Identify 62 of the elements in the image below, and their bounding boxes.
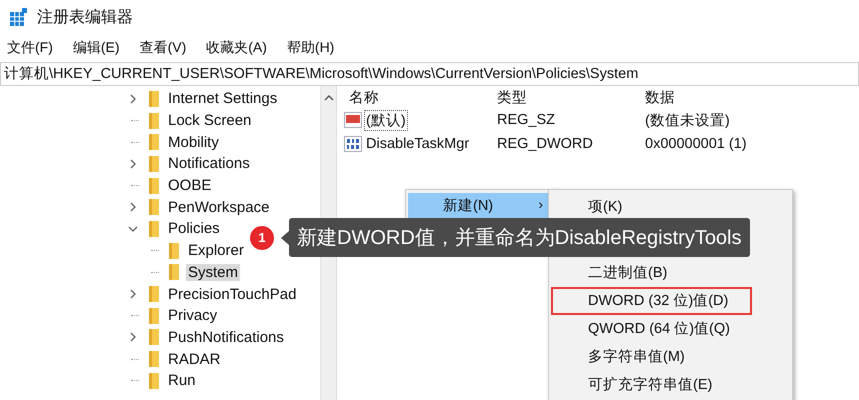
menu-item[interactable]: QWORD (64 位)值(Q) bbox=[551, 315, 752, 343]
tree-item[interactable]: PenWorkspace bbox=[166, 198, 272, 216]
menu-item[interactable]: 多字符串值(M) bbox=[551, 343, 752, 371]
folder-icon bbox=[148, 285, 160, 304]
tree-item[interactable]: System bbox=[186, 264, 240, 281]
menu-item[interactable]: DWORD (32 位)值(D) bbox=[551, 287, 752, 315]
tree-item[interactable]: Run bbox=[166, 372, 198, 390]
tree-item[interactable]: Lock Screen bbox=[166, 112, 254, 130]
chevron-icon[interactable] bbox=[128, 202, 138, 212]
chevron-icon[interactable] bbox=[128, 289, 138, 300]
value-data: 0x00000001 (1) bbox=[645, 136, 748, 152]
tree-item[interactable]: PushNotifications bbox=[166, 328, 286, 346]
menu-item[interactable]: 查看(V) bbox=[140, 39, 186, 57]
folder-icon bbox=[148, 90, 160, 108]
tree-item[interactable]: Mobility bbox=[166, 134, 221, 151]
menu-item[interactable]: 帮助(H) bbox=[286, 39, 334, 57]
folder-icon bbox=[148, 154, 160, 173]
chevron-icon[interactable] bbox=[128, 224, 138, 234]
folder-icon bbox=[168, 242, 180, 260]
tree-item[interactable]: Explorer bbox=[186, 242, 246, 260]
tree-item[interactable]: Policies bbox=[166, 220, 222, 238]
tree-item[interactable]: RADAR bbox=[166, 350, 223, 368]
column-header[interactable]: 数据 bbox=[645, 88, 793, 106]
folder-icon bbox=[148, 306, 160, 325]
menu-item[interactable]: 可扩充字符串值(E) bbox=[551, 371, 752, 399]
value-type: REG_SZ bbox=[497, 112, 556, 128]
folder-icon bbox=[148, 198, 160, 216]
value-type: REG_DWORD bbox=[497, 136, 594, 152]
value-name[interactable]: (默认) bbox=[364, 110, 408, 130]
scroll-up-icon[interactable] bbox=[324, 94, 334, 101]
value-data: (数值未设置) bbox=[645, 112, 731, 130]
menu-item[interactable]: 项(K) bbox=[551, 193, 752, 221]
column-header[interactable]: 名称 bbox=[349, 88, 497, 106]
menu-item[interactable]: 二进制值(B) bbox=[551, 259, 752, 287]
chevron-icon[interactable] bbox=[128, 94, 138, 104]
chevron-icon[interactable] bbox=[128, 332, 138, 342]
tree-item[interactable]: Privacy bbox=[166, 307, 220, 324]
callout-text: 新建DWORD值，并重命名为DisableRegistryTools bbox=[289, 218, 750, 257]
tree-item[interactable]: OOBE bbox=[166, 177, 214, 194]
folder-icon bbox=[148, 220, 160, 238]
string-value-icon bbox=[344, 112, 362, 128]
tree-item[interactable]: PrecisionTouchPad bbox=[166, 286, 298, 303]
folder-icon bbox=[168, 263, 180, 282]
folder-icon bbox=[148, 133, 160, 152]
folder-icon bbox=[148, 328, 160, 346]
window-title: 注册表编辑器 bbox=[37, 8, 133, 28]
value-name[interactable]: DisableTaskMgr bbox=[364, 135, 472, 153]
tree-item[interactable]: Internet Settings bbox=[166, 90, 280, 108]
folder-icon bbox=[148, 350, 160, 368]
menu-item[interactable]: 编辑(E) bbox=[72, 39, 120, 57]
tree-item[interactable]: Notifications bbox=[166, 155, 252, 172]
chevron-icon[interactable] bbox=[128, 158, 138, 169]
column-header[interactable]: 类型 bbox=[497, 88, 645, 106]
folder-icon bbox=[148, 176, 160, 195]
binary-value-icon bbox=[344, 136, 362, 152]
menu-item[interactable]: 文件(F) bbox=[7, 39, 53, 57]
address-field[interactable]: 计算机\HKEY_CURRENT_USER\SOFTWARE\Microsoft\Windows\CurrentVersion\Policies\System bbox=[0, 62, 859, 86]
menu-item[interactable]: 收藏夹(A) bbox=[206, 39, 267, 57]
step-badge: 1 bbox=[250, 226, 274, 250]
registry-icon bbox=[9, 7, 29, 27]
folder-icon bbox=[148, 372, 160, 390]
folder-icon bbox=[148, 112, 160, 130]
